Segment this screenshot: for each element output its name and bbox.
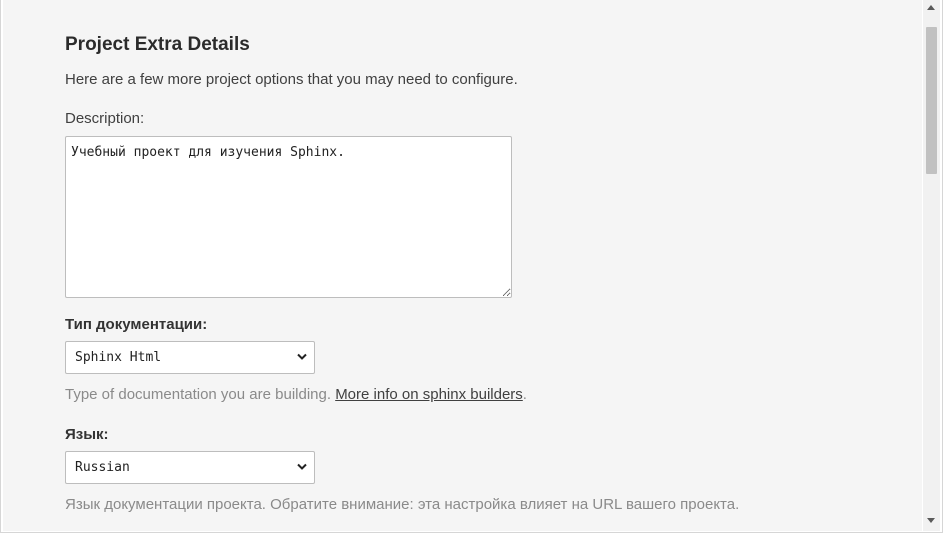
chevron-down-icon <box>297 463 307 470</box>
section-intro: Here are a few more project options that… <box>65 71 518 88</box>
documentation-type-help-text: Type of documentation you are building. <box>65 386 336 403</box>
section-title: Project Extra Details <box>65 34 250 55</box>
documentation-type-select[interactable]: Sphinx Html <box>65 341 315 374</box>
language-selected-value: Russian <box>75 460 130 475</box>
scrollbar-thumb[interactable] <box>926 27 937 174</box>
language-select[interactable]: Russian <box>65 451 315 484</box>
scroll-down-arrow-icon[interactable] <box>927 518 935 523</box>
documentation-type-help-suffix: . <box>522 386 527 403</box>
vertical-scrollbar[interactable] <box>923 0 940 531</box>
scroll-up-arrow-icon[interactable] <box>927 5 935 10</box>
description-label: Description: <box>65 110 145 127</box>
project-extra-details-panel: Project Extra Details Here are a few mor… <box>3 0 922 531</box>
documentation-type-help: Type of documentation you are building. … <box>65 386 527 403</box>
language-label: Язык: <box>65 426 109 443</box>
language-help: Язык документации проекта. Обратите вним… <box>65 496 740 513</box>
documentation-type-label: Тип документации: <box>65 316 208 333</box>
sphinx-builders-link[interactable]: More info on sphinx builders <box>335 386 523 403</box>
documentation-type-selected-value: Sphinx Html <box>75 350 162 365</box>
chevron-down-icon <box>297 353 307 360</box>
window-frame: Project Extra Details Here are a few mor… <box>0 0 943 533</box>
description-textarea[interactable]: Учебный проект для изучения Sphinx. <box>65 136 512 298</box>
